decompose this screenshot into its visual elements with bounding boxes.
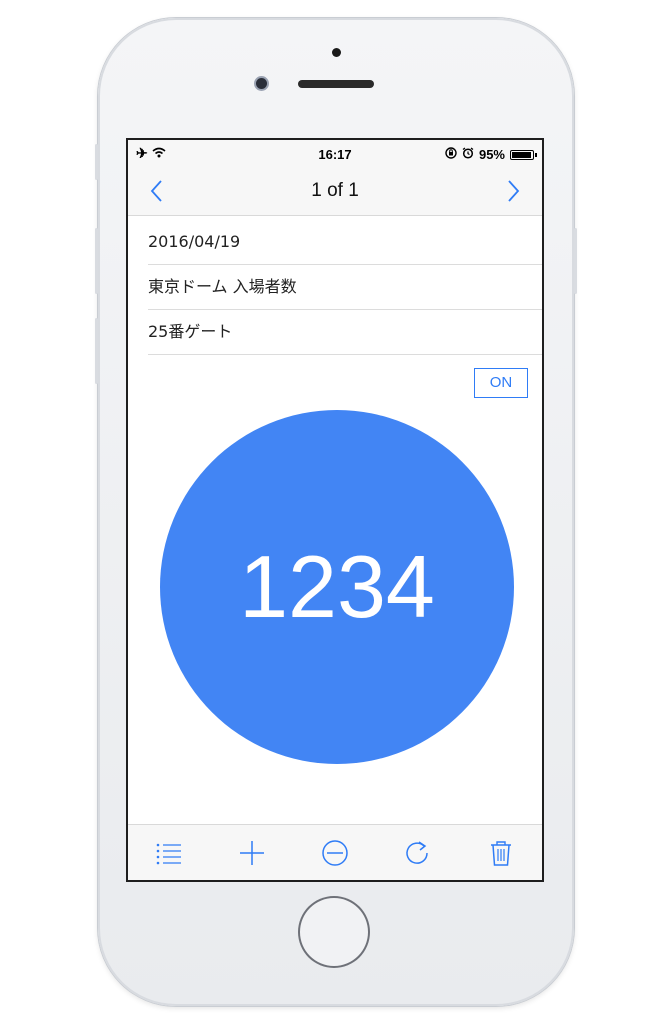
chevron-right-icon[interactable] xyxy=(498,176,528,206)
mute-switch xyxy=(95,144,98,180)
battery-icon xyxy=(510,149,537,160)
volume-up-button xyxy=(95,228,98,294)
volume-down-button xyxy=(95,318,98,384)
bottom-toolbar xyxy=(128,824,542,880)
rotation-lock-icon xyxy=(445,147,457,162)
status-right-icons: 95% xyxy=(445,147,537,162)
location-field[interactable]: 25番ゲート xyxy=(148,310,542,355)
list-icon[interactable] xyxy=(151,835,187,871)
alarm-icon xyxy=(462,147,474,162)
on-toggle-button[interactable]: ON xyxy=(474,368,528,398)
title-field[interactable]: 東京ドーム 入場者数 xyxy=(148,265,542,310)
refresh-icon[interactable] xyxy=(400,835,436,871)
earpiece-speaker xyxy=(298,80,374,88)
trash-icon[interactable] xyxy=(483,835,519,871)
page-indicator: 1 of 1 xyxy=(311,180,359,201)
proximity-sensor xyxy=(332,48,341,57)
app-screen: ✈ 16:17 95% 1 of 1 2016/04/19 東京ドーム 入場者数… xyxy=(126,138,544,882)
status-bar: ✈ 16:17 95% xyxy=(128,140,542,168)
date-field[interactable]: 2016/04/19 xyxy=(148,220,542,265)
navigation-bar: 1 of 1 xyxy=(128,168,542,216)
plus-icon[interactable] xyxy=(234,835,270,871)
minus-circle-icon[interactable] xyxy=(317,835,353,871)
home-button[interactable] xyxy=(298,896,370,968)
power-button xyxy=(574,228,577,294)
counter-button[interactable]: 1234 xyxy=(160,410,514,764)
battery-percent: 95% xyxy=(478,147,505,162)
front-camera xyxy=(256,78,267,89)
